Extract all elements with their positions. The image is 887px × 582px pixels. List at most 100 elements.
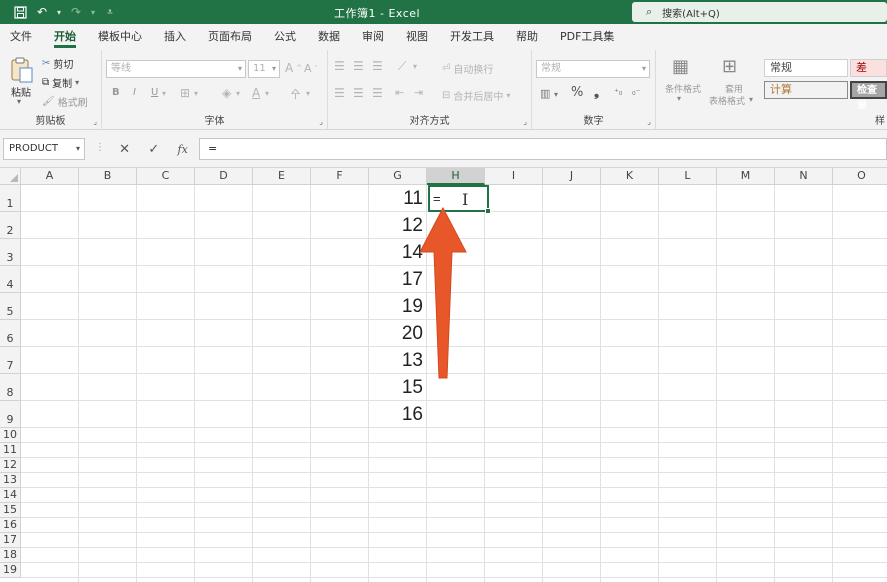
merge-center-button[interactable]: ⊟ 合并后居中 ▾	[442, 88, 510, 103]
increase-decimal-icon[interactable]: ⁺₀	[614, 88, 622, 98]
tab-review[interactable]: 审阅	[362, 24, 384, 50]
copy-button[interactable]: ⧉ 复制 ▾	[42, 75, 79, 90]
align-right-icon[interactable]: ☰	[372, 86, 383, 100]
decrease-indent-icon[interactable]: ⇤	[395, 86, 404, 99]
quick-access-toolbar: ↶ ▾ ↷ ▾ ⩡	[0, 0, 120, 24]
fill-color-icon[interactable]: ◈	[222, 86, 231, 100]
table-format-line2[interactable]: 表格格式	[709, 94, 745, 107]
comma-style-icon[interactable]: ❟	[594, 85, 599, 100]
tab-view[interactable]: 视图	[406, 24, 428, 50]
borders-icon[interactable]: ⊞	[180, 86, 190, 100]
formula-input[interactable]: =	[199, 138, 887, 160]
font-launcher-icon[interactable]: ⌟	[319, 117, 323, 126]
tab-page-layout[interactable]: 页面布局	[208, 24, 252, 50]
tab-data[interactable]: 数据	[318, 24, 340, 50]
search-box[interactable]: ⌕ 搜索(Alt+Q)	[632, 2, 887, 22]
conditional-format-dropdown-icon[interactable]: ▾	[677, 94, 681, 103]
borders-dropdown-icon[interactable]: ▾	[194, 89, 198, 98]
underline-button[interactable]: U	[151, 87, 158, 98]
increase-indent-icon[interactable]: ⇥	[414, 86, 423, 99]
tab-home[interactable]: 开始	[54, 24, 76, 50]
decrease-decimal-icon[interactable]: ₀⁻	[632, 88, 640, 98]
table-format-icon[interactable]: ⊞	[722, 56, 737, 77]
formula-bar-grip-icon[interactable]: ⋮	[95, 142, 105, 153]
copy-label: 复制	[52, 79, 73, 90]
conditional-format-icon[interactable]: ▦	[672, 56, 689, 77]
paintbrush-icon: 🖌	[42, 96, 55, 107]
style-normal[interactable]: 常规	[764, 59, 848, 77]
merge-icon: ⊟	[442, 90, 451, 101]
italic-button[interactable]: I	[133, 87, 136, 98]
phonetic-guide-icon[interactable]: 㐃	[290, 86, 301, 102]
ribbon: 粘贴 ▾ ✂ 剪切 ⧉ 复制 ▾ 🖌 格式刷 剪贴板 ⌟ 等线 ▾ 11 ▾ A…	[0, 50, 887, 130]
style-check-cell[interactable]: 检查单	[850, 81, 887, 112]
style-calculation[interactable]: 计算	[764, 81, 848, 99]
font-size-dropdown-icon: ▾	[271, 64, 276, 73]
font-size-combo[interactable]: 11 ▾	[248, 60, 280, 78]
number-launcher-icon[interactable]: ⌟	[647, 117, 651, 126]
alignment-group: ☰ ☰ ☰ ⟋ ▾ ⏎ 自动换行 ☰ ☰ ☰ ⇤ ⇥ ⊟ 合并后居中 ▾ 对齐方…	[328, 50, 532, 130]
font-group-label: 字体	[204, 116, 225, 127]
font-name-value: 等线	[111, 63, 131, 74]
tab-help[interactable]: 帮助	[516, 24, 538, 50]
worksheet-grid[interactable]: ABCDEFGHIJKLMNO 1 2 3 4 5 6 7 8 9 10 11 12 13 14 15 16 1…	[0, 168, 887, 582]
name-box[interactable]: PRODUCT ▾	[3, 138, 85, 160]
bold-button[interactable]: B	[112, 87, 120, 98]
underline-dropdown-icon[interactable]: ▾	[162, 89, 166, 98]
phonetic-dropdown-icon[interactable]: ▾	[306, 89, 310, 98]
decrease-font-size-icon[interactable]: Aˇ	[304, 62, 318, 75]
title-bar: ↶ ▾ ↷ ▾ ⩡ 工作簿1 - Excel ⌕ 搜索(Alt+Q)	[0, 0, 887, 24]
font-color-dropdown-icon[interactable]: ▾	[265, 89, 269, 98]
insert-function-icon[interactable]: fx	[178, 143, 188, 156]
tab-developer[interactable]: 开发工具	[450, 24, 494, 50]
align-left-icon[interactable]: ☰	[334, 86, 345, 100]
font-color-icon[interactable]: A	[252, 86, 260, 100]
number-format-combo[interactable]: 常规 ▾	[536, 60, 650, 78]
cancel-entry-icon[interactable]: ✕	[119, 142, 130, 157]
orientation-dropdown-icon[interactable]: ▾	[413, 62, 417, 71]
redo-dropdown-icon[interactable]: ▾	[88, 8, 98, 17]
paste-icon[interactable]	[10, 56, 34, 84]
tab-formulas[interactable]: 公式	[274, 24, 296, 50]
font-name-combo[interactable]: 等线 ▾	[106, 60, 246, 78]
tab-insert[interactable]: 插入	[164, 24, 186, 50]
cut-button[interactable]: ✂ 剪切	[42, 56, 73, 71]
tab-pdf-tools[interactable]: PDF工具集	[560, 24, 614, 50]
fill-color-dropdown-icon[interactable]: ▾	[236, 89, 240, 98]
customize-toolbar-icon[interactable]: ⩡	[100, 2, 120, 22]
style-bad[interactable]: 差	[850, 59, 887, 77]
name-box-value: PRODUCT	[9, 143, 58, 154]
format-painter-label: 格式刷	[57, 98, 88, 109]
undo-dropdown-icon[interactable]: ▾	[54, 8, 64, 17]
increase-font-size-icon[interactable]: A ^	[285, 61, 302, 75]
copy-icon: ⧉	[42, 77, 50, 88]
orientation-icon[interactable]: ⟋	[398, 59, 406, 74]
accounting-format-icon[interactable]: ▥	[540, 87, 550, 100]
paste-dropdown-icon[interactable]: ▾	[17, 97, 21, 106]
tab-file[interactable]: 文件	[10, 24, 32, 50]
align-bottom-icon[interactable]: ☰	[372, 59, 383, 73]
redo-icon[interactable]: ↷	[66, 2, 86, 22]
wrap-text-button[interactable]: ⏎ 自动换行	[442, 61, 493, 76]
number-format-value: 常规	[541, 63, 561, 74]
align-top-icon[interactable]: ☰	[334, 59, 345, 73]
number-group-label: 数字	[583, 116, 604, 127]
table-format-dropdown-icon[interactable]: ▾	[749, 95, 753, 104]
clipboard-launcher-icon[interactable]: ⌟	[93, 117, 97, 126]
tab-template-center[interactable]: 模板中心	[98, 24, 142, 50]
font-group: 等线 ▾ 11 ▾ A ^ Aˇ B I U ▾ ⊞ ▾ ◈ ▾ A ▾ 㐃 ▾ …	[102, 50, 328, 130]
confirm-entry-icon[interactable]: ✓	[148, 142, 159, 157]
accounting-dropdown-icon[interactable]: ▾	[554, 90, 558, 99]
undo-icon[interactable]: ↶	[32, 2, 52, 22]
percent-style-icon[interactable]: %	[571, 85, 583, 100]
number-group: 常规 ▾ ▥ ▾ % ❟ ⁺₀ ₀⁻ 数字 ⌟	[532, 50, 656, 130]
clipboard-group-label: 剪贴板	[35, 116, 66, 127]
align-center-icon[interactable]: ☰	[353, 86, 364, 100]
conditional-format-button[interactable]: 条件格式	[665, 82, 701, 95]
align-middle-icon[interactable]: ☰	[353, 59, 364, 73]
alignment-launcher-icon[interactable]: ⌟	[523, 117, 527, 126]
cut-label: 剪切	[53, 60, 74, 71]
ribbon-tabs: 文件 开始 模板中心 插入 页面布局 公式 数据 审阅 视图 开发工具 帮助 P…	[0, 24, 887, 50]
format-painter-button[interactable]: 🖌 格式刷	[42, 94, 88, 109]
save-icon[interactable]	[10, 2, 30, 22]
